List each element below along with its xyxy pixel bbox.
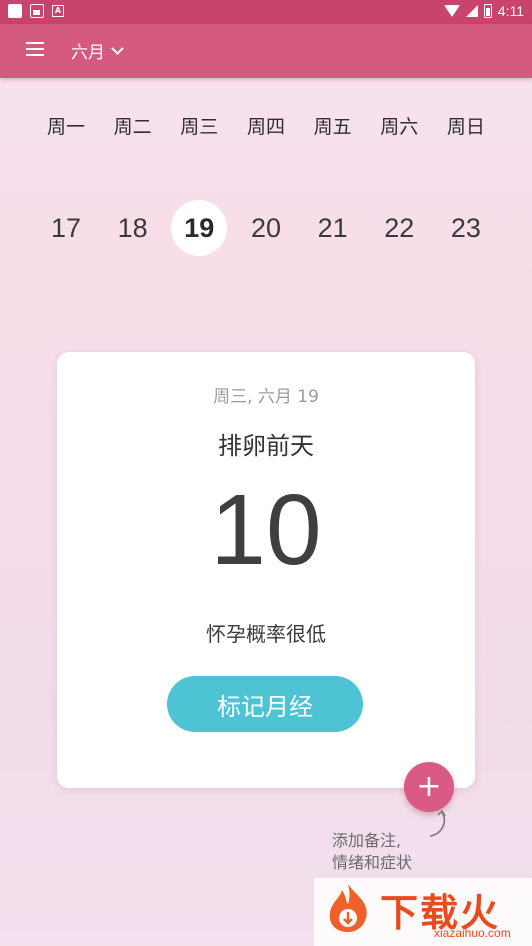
notification-icons: A	[8, 4, 64, 18]
date-cell[interactable]: 20	[233, 200, 299, 256]
gallery-icon	[30, 4, 44, 18]
cycle-phase-label: 排卵前天	[218, 432, 314, 460]
app-bar: 六月	[0, 24, 532, 78]
date-number: 19	[184, 212, 215, 243]
day-summary-card: 周三, 六月 19 排卵前天 10 怀孕概率很低 标记月经	[57, 352, 475, 788]
date-cell-selected[interactable]: 19	[166, 200, 232, 256]
weekday-label: 周二	[113, 116, 152, 138]
date-number: 17	[50, 212, 82, 243]
flame-logo-icon	[329, 884, 367, 932]
month-label: 六月	[71, 43, 105, 63]
weekday-label: 周三	[180, 116, 219, 138]
hint-line: 添加备注,	[332, 831, 402, 850]
clock: 4:11	[497, 3, 524, 19]
wifi-icon	[443, 5, 460, 17]
date-cell[interactable]: 21	[300, 200, 366, 256]
date-cell[interactable]: 22	[366, 200, 432, 256]
date-number: 23	[450, 212, 481, 243]
status-bar: A 4:11	[0, 0, 532, 24]
watermark: 下载火 xiazaihuo.com	[314, 878, 532, 946]
weekday-header: 周一 周二 周三 周四 周五 周六 周日	[33, 112, 499, 139]
pregnancy-chance-label: 怀孕概率很低	[206, 622, 326, 646]
weekday-label: 周四	[246, 116, 285, 138]
month-selector[interactable]: 六月	[71, 38, 124, 63]
watermark-url: xiazaihuo.com	[434, 926, 511, 940]
weekday-label: 周六	[380, 116, 419, 138]
chevron-down-icon	[111, 42, 124, 55]
add-note-button[interactable]: +	[404, 762, 454, 812]
date-cell[interactable]: 17	[33, 200, 99, 256]
hint-line: 情绪和症状	[332, 853, 413, 872]
week-dates: 17 18 19 20 21 22 23	[33, 200, 499, 256]
weekday-label: 周一	[46, 116, 85, 138]
date-number: 20	[250, 212, 281, 243]
weekday-label: 周五	[313, 116, 352, 138]
app-a-icon: A	[52, 5, 64, 17]
days-countdown: 10	[210, 474, 322, 586]
weekday-label: 周日	[446, 116, 485, 138]
menu-icon[interactable]	[26, 42, 44, 56]
date-cell[interactable]: 23	[433, 200, 499, 256]
battery-icon	[483, 4, 492, 18]
card-date: 周三, 六月 19	[213, 387, 319, 407]
hint-arrow-icon	[429, 809, 446, 837]
selected-date-circle: 19	[171, 200, 228, 256]
plus-icon: +	[416, 769, 442, 804]
notification-icon	[8, 4, 22, 18]
add-note-hint: 添加备注, 情绪和症状	[332, 830, 412, 874]
date-number: 21	[317, 212, 348, 243]
date-number: 22	[384, 212, 415, 243]
date-cell[interactable]: 18	[100, 200, 166, 256]
signal-icon	[465, 5, 478, 17]
date-number: 18	[117, 212, 148, 243]
system-icons: 4:11	[443, 3, 524, 19]
log-period-button[interactable]: 标记月经	[167, 676, 363, 732]
